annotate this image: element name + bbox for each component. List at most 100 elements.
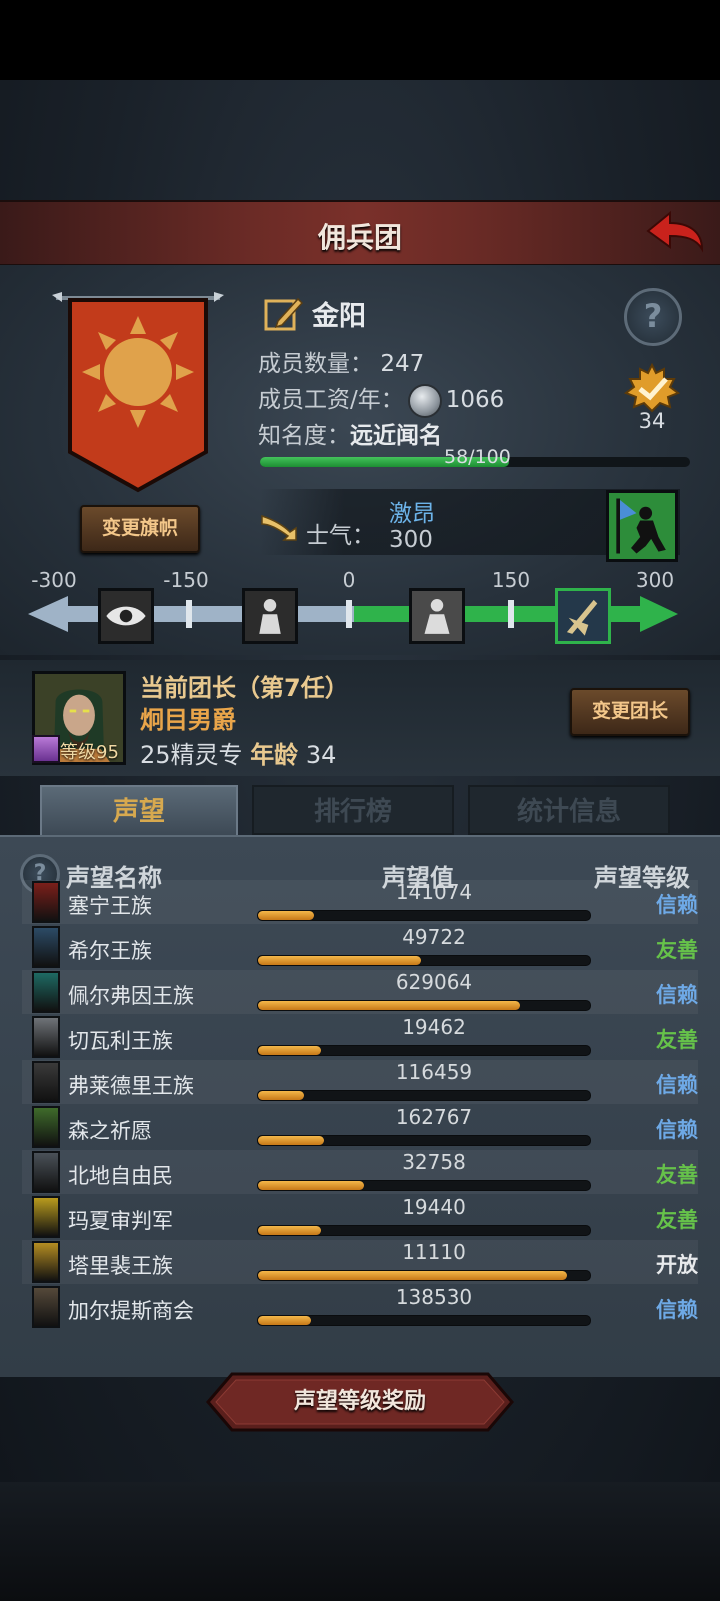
- teal-moon-crest-icon: [32, 971, 60, 1013]
- horn-icon: [261, 514, 297, 541]
- gray-axe-crest-icon: [32, 1151, 60, 1193]
- reputation-progress-fill: [258, 1046, 322, 1055]
- scale-tick-label: -300: [31, 568, 77, 592]
- gold-flame-crest-icon: [32, 1241, 60, 1283]
- reputation-reward-label: 声望等级奖励: [293, 1389, 426, 1414]
- back-arrow-icon[interactable]: [644, 209, 706, 257]
- scale-tick-label: 0: [342, 568, 356, 592]
- reputation-value: 32758: [402, 1150, 466, 1174]
- excited-rally-icon[interactable]: [555, 588, 611, 644]
- scale-tick-label: 150: [491, 568, 531, 592]
- faction-name: 弗莱德里王族: [68, 1074, 194, 1098]
- reputation-level: 信赖: [656, 983, 698, 1007]
- guild-name: 金阳: [312, 300, 366, 332]
- chest-crest-icon: [32, 1286, 60, 1328]
- reputation-progress-bar: [257, 1135, 591, 1146]
- reputation-value: 629064: [395, 970, 473, 994]
- leader-age: 34: [305, 741, 337, 769]
- reputation-row[interactable]: 玛夏审判军 19440 友善: [22, 1195, 698, 1239]
- faction-name: 佩尔弗因王族: [68, 984, 194, 1008]
- reputation-progress-fill: [258, 1316, 312, 1325]
- reputation-level: 信赖: [656, 1073, 698, 1097]
- reputation-level: 友善: [656, 938, 698, 962]
- reputation-progress-bar: [257, 1180, 591, 1191]
- faction-name: 切瓦利王族: [68, 1029, 173, 1053]
- reputation-progress-fill: [258, 1181, 365, 1190]
- page-title: 佣兵团: [317, 221, 402, 254]
- reputation-value: 19440: [402, 1195, 466, 1219]
- tab-reputation[interactable]: 声望: [40, 785, 238, 835]
- member-count-label: 成员数量：: [258, 351, 373, 377]
- reputation-row[interactable]: 森之祈愿 162767 信赖: [22, 1105, 698, 1149]
- reputation-value: 49722: [402, 925, 466, 949]
- reputation-level: 信赖: [656, 893, 698, 917]
- reputation-progress-bar: [257, 1315, 591, 1326]
- morale-state: 激昂: [389, 501, 435, 527]
- fame-line: 知名度：远近闻名: [258, 416, 442, 450]
- rank-number: 34: [638, 409, 666, 433]
- status-bar-area: [0, 0, 720, 80]
- member-count-line: 成员数量： 247: [258, 344, 424, 378]
- reputation-row[interactable]: 希尔王族 49722 友善: [22, 925, 698, 969]
- reputation-row[interactable]: 塔里裴王族 11110 开放: [22, 1240, 698, 1284]
- reputation-level: 信赖: [656, 1298, 698, 1322]
- morale-value: 300: [389, 527, 433, 553]
- reputation-progress-fill: [258, 1136, 325, 1145]
- change-leader-button[interactable]: 变更团长: [570, 688, 690, 736]
- faction-name: 塔里裴王族: [68, 1254, 173, 1278]
- calm-figure-icon[interactable]: [409, 588, 465, 644]
- leader-class: 25精灵专: [140, 741, 243, 769]
- reputation-progress-bar: [257, 1090, 591, 1101]
- despair-figure-icon[interactable]: [242, 588, 298, 644]
- reputation-row[interactable]: 切瓦利王族 19462 友善: [22, 1015, 698, 1059]
- fame-label: 知名度：: [258, 423, 350, 449]
- reputation-progress-fill: [258, 956, 421, 965]
- fame-value: 远近闻名: [350, 423, 442, 449]
- reputation-row[interactable]: 北地自由民 32758 友善: [22, 1150, 698, 1194]
- member-count: 247: [380, 351, 425, 377]
- reputation-progress-fill: [258, 911, 315, 920]
- reputation-level: 信赖: [656, 1118, 698, 1142]
- faction-name: 希尔王族: [68, 939, 152, 963]
- wage-line: 成员工资/年： 1066: [258, 380, 504, 418]
- reputation-row[interactable]: 塞宁王族 141074 信赖: [22, 880, 698, 924]
- fame-progress-text: 58/100: [444, 446, 511, 468]
- mercenary-screen: 佣兵团 变更旗帜 金阳 成员数量： 247 成员工资/年： 1066 知名度：远…: [0, 0, 720, 1601]
- faction-name: 玛夏审判军: [68, 1209, 173, 1233]
- leader-level: 等级95: [60, 742, 119, 763]
- reputation-value: 138530: [395, 1285, 473, 1309]
- reputation-level: 开放: [656, 1253, 698, 1277]
- leader-name: 炯目男爵: [140, 706, 236, 734]
- faction-name: 北地自由民: [68, 1164, 173, 1188]
- reputation-progress-bar: [257, 1045, 591, 1056]
- reputation-progress-bar: [257, 1000, 591, 1011]
- reputation-progress-fill: [258, 1001, 521, 1010]
- faction-name: 森之祈愿: [68, 1119, 152, 1143]
- blue-helm-crest-icon: [32, 926, 60, 968]
- reputation-level: 友善: [656, 1163, 698, 1187]
- change-banner-button[interactable]: 变更旗帜: [80, 505, 200, 553]
- reputation-progress-fill: [258, 1091, 305, 1100]
- reputation-progress-bar: [257, 1270, 591, 1281]
- wage-value: 1066: [445, 387, 505, 413]
- reputation-row[interactable]: 加尔提斯商会 138530 信赖: [22, 1285, 698, 1329]
- guild-help-button[interactable]: ?: [624, 288, 682, 346]
- reputation-value: 19462: [402, 1015, 466, 1039]
- tab-leaderboard[interactable]: 排行榜: [252, 785, 454, 835]
- red-sword-crest-icon: [32, 881, 60, 923]
- scale-tick-label: -150: [163, 568, 209, 592]
- green-tree-crest-icon: [32, 1106, 60, 1148]
- reputation-row[interactable]: 佩尔弗因王族 629064 信赖: [22, 970, 698, 1014]
- wage-label: 成员工资/年：: [258, 387, 404, 413]
- faction-name: 加尔提斯商会: [68, 1299, 194, 1323]
- silver-coin-icon: [407, 383, 442, 418]
- reputation-row[interactable]: 弗莱德里王族 116459 信赖: [22, 1060, 698, 1104]
- despair-eye-icon[interactable]: [98, 588, 154, 644]
- edit-name-icon[interactable]: [264, 293, 304, 333]
- charging-flag-icon[interactable]: [606, 490, 678, 562]
- tab-statistics[interactable]: 统计信息: [468, 785, 670, 835]
- leader-info: 25精灵专 年龄 34: [140, 735, 336, 770]
- guild-name-row: 金阳: [264, 292, 366, 334]
- leader-age-label: 年龄: [250, 741, 299, 769]
- reputation-value: 116459: [395, 1060, 473, 1084]
